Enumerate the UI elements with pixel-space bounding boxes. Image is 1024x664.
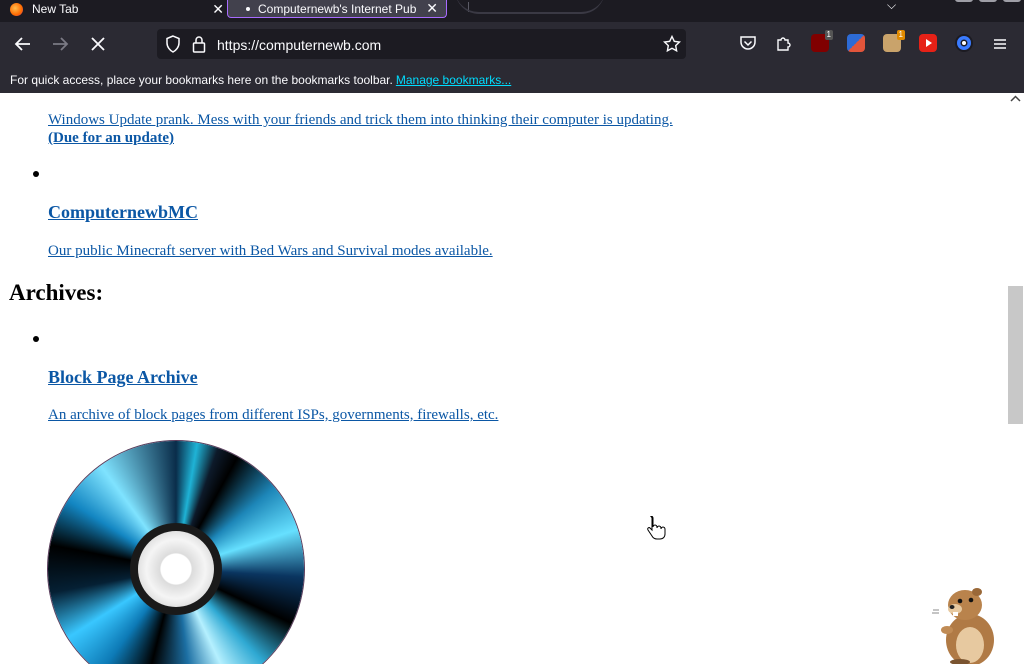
tab-title: Computernewb's Internet Pub bbox=[258, 1, 417, 16]
page-content: Windows Update prank. Mess with your fri… bbox=[0, 93, 1007, 664]
windows-update-description-link[interactable]: Windows Update prank. Mess with your fri… bbox=[48, 112, 673, 129]
block-page-archive-link[interactable]: Block Page Archive bbox=[48, 367, 198, 388]
back-button[interactable] bbox=[14, 35, 32, 57]
stop-loading-icon bbox=[91, 37, 105, 51]
cd-disc-image[interactable] bbox=[48, 441, 304, 664]
url-text[interactable]: https://computernewb.com bbox=[217, 37, 381, 53]
bookmarks-toolbar: For quick access, place your bookmarks h… bbox=[0, 68, 1024, 93]
bookmarks-hint-text: For quick access, place your bookmarks h… bbox=[10, 73, 393, 87]
extensions-puzzle-icon[interactable] bbox=[775, 34, 793, 52]
hand-cursor-icon bbox=[646, 515, 666, 546]
gopher-mascot-image bbox=[932, 588, 994, 664]
minimize-button[interactable] bbox=[955, 0, 973, 2]
extension-badge: 1 bbox=[896, 30, 905, 40]
back-arrow-icon bbox=[14, 37, 30, 51]
scroll-up-arrow-icon[interactable] bbox=[1010, 93, 1021, 107]
stop-button[interactable] bbox=[89, 35, 107, 57]
close-tab-icon[interactable]: ✕ bbox=[212, 1, 224, 18]
shield-icon[interactable] bbox=[165, 35, 181, 58]
loading-dot-icon bbox=[246, 6, 250, 11]
extension-circle-icon[interactable] bbox=[955, 34, 973, 52]
ublock-origin-icon[interactable]: 1 bbox=[811, 30, 833, 52]
manage-bookmarks-link[interactable]: Manage bookmarks... bbox=[396, 73, 511, 87]
tab-computernewb[interactable]: Computernewb's Internet Pub ✕ bbox=[227, 0, 447, 18]
list-bullet bbox=[33, 171, 39, 177]
pocket-icon[interactable] bbox=[739, 34, 757, 52]
block-page-archive-description-link[interactable]: An archive of block pages from different… bbox=[48, 407, 498, 424]
archives-heading: Archives: bbox=[9, 280, 104, 305]
ublock-badge: 1 bbox=[824, 30, 833, 40]
tab-title: New Tab bbox=[32, 2, 79, 16]
cd-hub bbox=[138, 531, 214, 607]
close-tab-icon[interactable]: ✕ bbox=[426, 0, 438, 17]
due-for-update-link[interactable]: (Due for an update) bbox=[48, 130, 174, 147]
scrollbar-thumb[interactable] bbox=[1008, 286, 1023, 424]
navigation-toolbar: https://computernewb.com 1 1 bbox=[0, 22, 1024, 68]
tab-new-tab[interactable]: New Tab ✕ bbox=[0, 0, 232, 18]
bookmark-star-icon[interactable] bbox=[662, 34, 682, 58]
tab-decoration bbox=[455, 0, 605, 14]
firefox-icon bbox=[10, 2, 23, 16]
app-menu-button[interactable] bbox=[991, 35, 1009, 57]
list-bullet bbox=[33, 336, 39, 342]
extension-icon[interactable] bbox=[847, 34, 865, 52]
youtube-extension-icon[interactable] bbox=[919, 34, 937, 52]
url-bar[interactable]: https://computernewb.com bbox=[157, 29, 686, 59]
tab-bar: New Tab ✕ Computernewb's Internet Pub ✕ … bbox=[0, 0, 1024, 22]
extension-character-icon[interactable]: 1 bbox=[883, 30, 905, 52]
close-window-button[interactable] bbox=[1003, 0, 1021, 2]
page-scrollbar[interactable] bbox=[1007, 93, 1024, 664]
minecraft-description-link[interactable]: Our public Minecraft server with Bed War… bbox=[48, 243, 493, 260]
computernewbmc-link[interactable]: ComputernewbMC bbox=[48, 202, 198, 223]
maximize-button[interactable] bbox=[979, 0, 997, 2]
lock-icon[interactable] bbox=[192, 35, 206, 58]
forward-arrow-icon bbox=[53, 37, 69, 51]
hamburger-menu-icon bbox=[994, 39, 1006, 49]
forward-button[interactable] bbox=[51, 35, 69, 57]
bookmarks-message: For quick access, place your bookmarks h… bbox=[10, 73, 511, 87]
list-all-tabs-icon[interactable]: ⌵ bbox=[887, 0, 896, 13]
